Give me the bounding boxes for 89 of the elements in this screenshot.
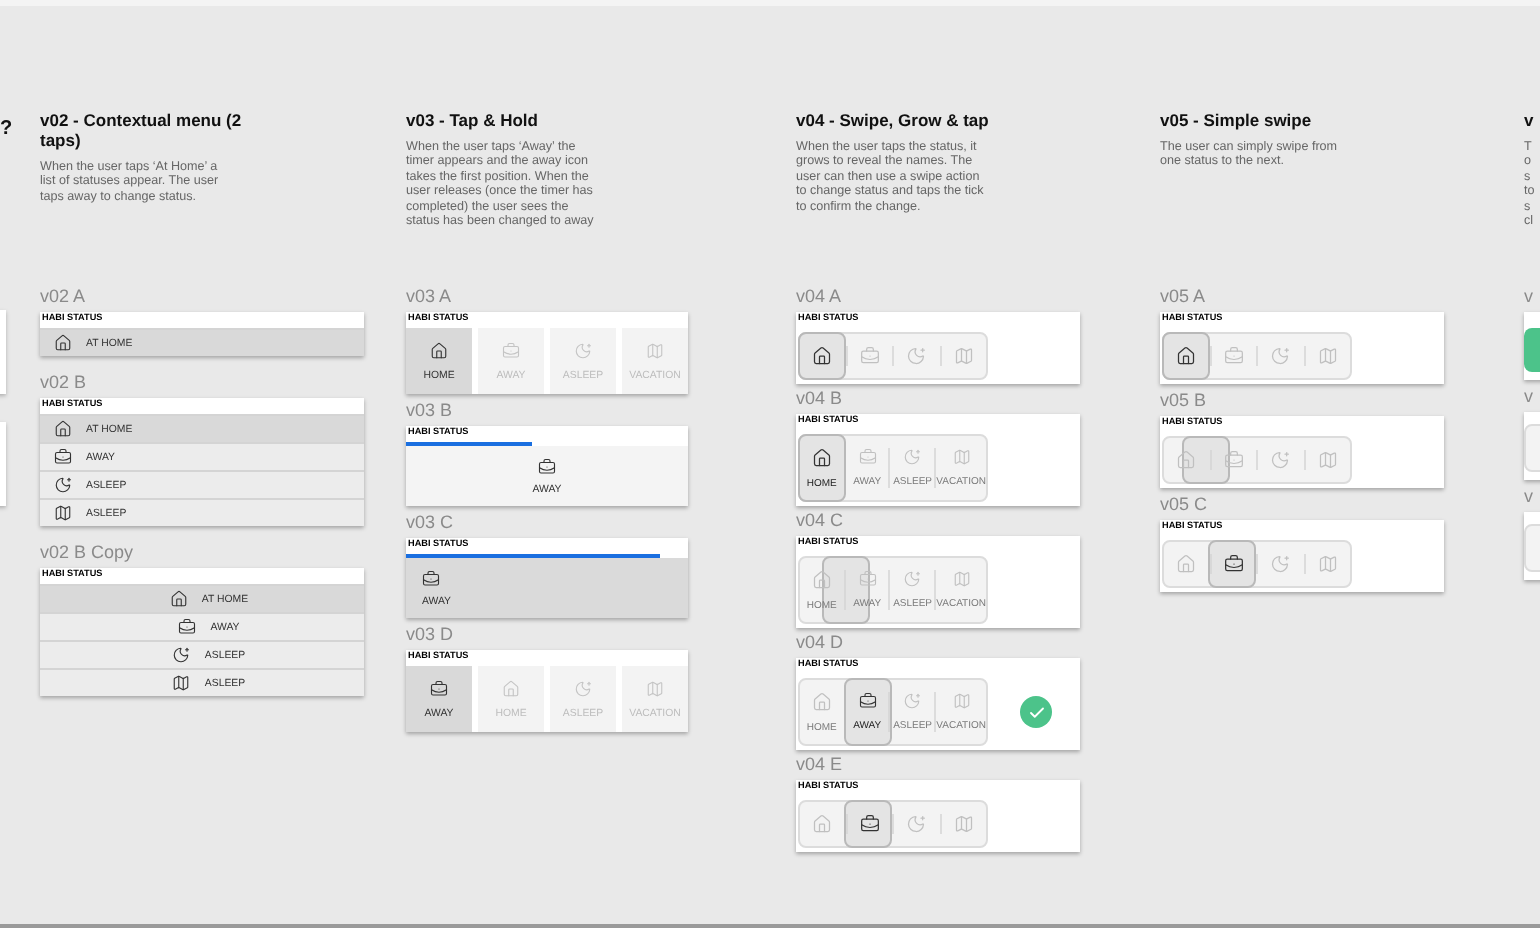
house-icon (430, 341, 448, 359)
briefcase-icon (422, 569, 440, 587)
map-icon (951, 448, 972, 466)
map-icon (953, 346, 974, 366)
briefcase-icon (1223, 346, 1244, 366)
switch-thumb[interactable] (1181, 436, 1230, 484)
map-icon (1317, 346, 1338, 366)
moon-icon (172, 646, 191, 664)
house-icon (1176, 554, 1197, 574)
moon-icon (906, 814, 927, 834)
moon-icon (1270, 346, 1291, 366)
artboard-label: v02 B (40, 372, 89, 394)
switch-thumb[interactable] (798, 332, 846, 380)
artboard-label: v03 B (406, 400, 455, 422)
briefcase-icon (859, 346, 880, 366)
house-icon (54, 334, 72, 352)
section-title: v04 - Swipe, Grow & tap (796, 110, 991, 130)
house-icon (502, 679, 520, 697)
section-title: v03 - Tap & Hold (406, 110, 540, 130)
artboard-label: v05 B (1160, 390, 1209, 412)
map-icon (1317, 450, 1338, 470)
moon-icon (1270, 554, 1291, 574)
house-icon (811, 569, 832, 589)
map-icon (646, 679, 664, 697)
house-icon (812, 814, 833, 834)
page-title: ? (0, 118, 13, 140)
moon-icon (54, 476, 72, 494)
artboard-label: v (1524, 486, 1535, 508)
map-icon (951, 570, 972, 588)
moon-icon (902, 570, 923, 588)
map-icon (953, 814, 974, 834)
briefcase-icon (857, 692, 878, 710)
switch-thumb[interactable] (1208, 540, 1257, 588)
map-icon (172, 674, 191, 692)
artboard-label: v (1524, 286, 1535, 308)
briefcase-icon (1223, 450, 1244, 470)
status-switch[interactable] (798, 332, 988, 380)
map-icon (951, 692, 972, 710)
briefcase-icon (430, 679, 448, 697)
house-icon (811, 691, 832, 711)
switch-thumb[interactable] (844, 678, 893, 746)
briefcase-icon (857, 570, 878, 588)
artboard-label: v04 B (796, 388, 845, 410)
artboard-label: v04 D (796, 632, 846, 654)
status-switch[interactable] (798, 800, 988, 848)
status-switch[interactable] (1162, 436, 1352, 484)
artboard-label: v03 C (406, 512, 456, 534)
moon-icon (574, 679, 592, 697)
artboard-label: v03 A (406, 286, 454, 308)
artboard-label: v04 C (796, 510, 846, 532)
artboard-label: v05 C (1160, 494, 1210, 516)
status-switch[interactable] (1162, 332, 1352, 380)
briefcase-icon (1223, 554, 1244, 574)
map-icon (1317, 554, 1338, 574)
confirm-button[interactable] (1020, 696, 1052, 728)
section-title: v (1524, 110, 1536, 130)
artboard-label: v04 A (796, 286, 844, 308)
artboard-label: v04 E (796, 754, 845, 776)
house-icon (1176, 346, 1197, 366)
house-icon (169, 590, 188, 608)
house-icon (1176, 450, 1197, 470)
switch-thumb[interactable] (798, 434, 846, 502)
house-icon (54, 420, 72, 438)
moon-icon (574, 341, 592, 359)
artboard-label: v (1524, 386, 1535, 408)
briefcase-icon (502, 341, 520, 359)
switch-thumb[interactable] (1162, 332, 1210, 380)
house-icon (811, 447, 832, 467)
briefcase-icon (859, 814, 880, 834)
moon-icon (902, 692, 923, 710)
artboard-label: v02 A (40, 286, 88, 308)
briefcase-icon (857, 448, 878, 466)
artboard-label: v02 B Copy (40, 542, 136, 564)
moon-icon (902, 448, 923, 466)
map-icon (646, 341, 664, 359)
house-icon (812, 346, 833, 366)
check-icon (1027, 703, 1045, 721)
moon-icon (906, 346, 927, 366)
status-switch[interactable] (1162, 540, 1352, 588)
briefcase-icon (54, 448, 72, 466)
briefcase-icon (538, 457, 556, 475)
artboard-label: v05 A (1160, 286, 1208, 308)
section-title: v02 - Contextual menu (2 taps) (40, 110, 244, 150)
artboard-label: v03 D (406, 624, 456, 646)
map-icon (54, 504, 72, 522)
switch-thumb[interactable] (844, 800, 893, 848)
moon-icon (1270, 450, 1291, 470)
briefcase-icon (178, 618, 197, 636)
section-title: v05 - Simple swipe (1160, 110, 1314, 130)
